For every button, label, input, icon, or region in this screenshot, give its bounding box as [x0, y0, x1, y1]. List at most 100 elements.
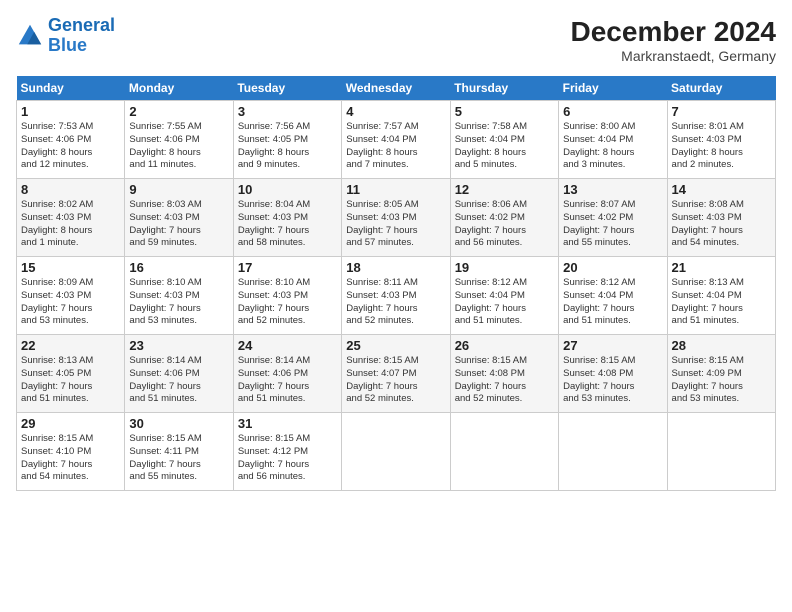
day-info: Sunrise: 8:02 AM Sunset: 4:03 PM Dayligh… — [21, 199, 120, 250]
day-cell: 21 Sunrise: 8:13 AM Sunset: 4:04 PM Dayli… — [667, 257, 775, 335]
day-number: 17 — [238, 260, 337, 275]
day-cell: 22Sunrise: 8:13 AM Sunset: 4:05 PM Dayli… — [17, 335, 125, 413]
day-number: 3 — [238, 104, 337, 119]
day-cell — [342, 413, 450, 491]
day-cell: 16 Sunrise: 8:10 AM Sunset: 4:03 PM Dayli… — [125, 257, 233, 335]
day-info: Sunrise: 7:56 AM Sunset: 4:05 PM Dayligh… — [238, 121, 337, 172]
week-row-1: 1 Sunrise: 7:53 AM Sunset: 4:06 PM Daylig… — [17, 101, 776, 179]
day-cell: 5 Sunrise: 7:58 AM Sunset: 4:04 PM Daylig… — [450, 101, 558, 179]
week-row-2: 8 Sunrise: 8:02 AM Sunset: 4:03 PM Daylig… — [17, 179, 776, 257]
column-header-wednesday: Wednesday — [342, 76, 450, 101]
day-info: Sunrise: 8:15 AM Sunset: 4:08 PM Dayligh… — [455, 355, 554, 406]
title-block: December 2024 Markranstaedt, Germany — [571, 16, 776, 64]
day-info: Sunrise: 8:14 AM Sunset: 4:06 PM Dayligh… — [129, 355, 228, 406]
day-info: Sunrise: 8:11 AM Sunset: 4:03 PM Dayligh… — [346, 277, 445, 328]
day-info: Sunrise: 8:01 AM Sunset: 4:03 PM Dayligh… — [672, 121, 771, 172]
day-info: Sunrise: 8:15 AM Sunset: 4:08 PM Dayligh… — [563, 355, 662, 406]
day-number: 14 — [672, 182, 771, 197]
day-cell: 23 Sunrise: 8:14 AM Sunset: 4:06 PM Dayli… — [125, 335, 233, 413]
day-cell: 25Sunrise: 8:15 AM Sunset: 4:07 PM Dayli… — [342, 335, 450, 413]
day-number: 24 — [238, 338, 337, 353]
day-cell: 26 Sunrise: 8:15 AM Sunset: 4:08 PM Dayli… — [450, 335, 558, 413]
day-number: 8 — [21, 182, 120, 197]
column-header-sunday: Sunday — [17, 76, 125, 101]
day-info: Sunrise: 8:03 AM Sunset: 4:03 PM Dayligh… — [129, 199, 228, 250]
day-cell: 10 Sunrise: 8:04 AM Sunset: 4:03 PM Dayli… — [233, 179, 341, 257]
day-number: 25 — [346, 338, 445, 353]
day-info: Sunrise: 8:05 AM Sunset: 4:03 PM Dayligh… — [346, 199, 445, 250]
day-info: Sunrise: 8:00 AM Sunset: 4:04 PM Dayligh… — [563, 121, 662, 172]
column-header-friday: Friday — [559, 76, 667, 101]
day-number: 9 — [129, 182, 228, 197]
column-header-saturday: Saturday — [667, 76, 775, 101]
day-number: 1 — [21, 104, 120, 119]
day-info: Sunrise: 8:04 AM Sunset: 4:03 PM Dayligh… — [238, 199, 337, 250]
day-info: Sunrise: 8:15 AM Sunset: 4:09 PM Dayligh… — [672, 355, 771, 406]
day-cell: 12Sunrise: 8:06 AM Sunset: 4:02 PM Dayli… — [450, 179, 558, 257]
page-header: General Blue December 2024 Markranstaedt… — [16, 16, 776, 64]
day-cell: 19Sunrise: 8:12 AM Sunset: 4:04 PM Dayli… — [450, 257, 558, 335]
day-number: 11 — [346, 182, 445, 197]
day-info: Sunrise: 8:12 AM Sunset: 4:04 PM Dayligh… — [563, 277, 662, 328]
day-number: 20 — [563, 260, 662, 275]
day-info: Sunrise: 8:06 AM Sunset: 4:02 PM Dayligh… — [455, 199, 554, 250]
location: Markranstaedt, Germany — [571, 48, 776, 64]
logo-blue: Blue — [48, 35, 87, 55]
day-cell: 20 Sunrise: 8:12 AM Sunset: 4:04 PM Dayli… — [559, 257, 667, 335]
day-cell: 30Sunrise: 8:15 AM Sunset: 4:11 PM Dayli… — [125, 413, 233, 491]
day-cell: 6 Sunrise: 8:00 AM Sunset: 4:04 PM Daylig… — [559, 101, 667, 179]
day-info: Sunrise: 8:14 AM Sunset: 4:06 PM Dayligh… — [238, 355, 337, 406]
day-info: Sunrise: 7:53 AM Sunset: 4:06 PM Dayligh… — [21, 121, 120, 172]
day-cell: 15Sunrise: 8:09 AM Sunset: 4:03 PM Dayli… — [17, 257, 125, 335]
day-cell: 17 Sunrise: 8:10 AM Sunset: 4:03 PM Dayli… — [233, 257, 341, 335]
day-cell: 28 Sunrise: 8:15 AM Sunset: 4:09 PM Dayli… — [667, 335, 775, 413]
column-header-tuesday: Tuesday — [233, 76, 341, 101]
day-cell: 9 Sunrise: 8:03 AM Sunset: 4:03 PM Daylig… — [125, 179, 233, 257]
day-number: 7 — [672, 104, 771, 119]
day-cell — [450, 413, 558, 491]
day-info: Sunrise: 8:15 AM Sunset: 4:11 PM Dayligh… — [129, 433, 228, 484]
day-cell: 27Sunrise: 8:15 AM Sunset: 4:08 PM Dayli… — [559, 335, 667, 413]
month-year: December 2024 — [571, 16, 776, 48]
day-cell: 1 Sunrise: 7:53 AM Sunset: 4:06 PM Daylig… — [17, 101, 125, 179]
day-cell — [559, 413, 667, 491]
logo-icon — [16, 22, 44, 50]
header-row: SundayMondayTuesdayWednesdayThursdayFrid… — [17, 76, 776, 101]
day-number: 28 — [672, 338, 771, 353]
day-cell: 7 Sunrise: 8:01 AM Sunset: 4:03 PM Daylig… — [667, 101, 775, 179]
day-number: 6 — [563, 104, 662, 119]
day-info: Sunrise: 8:10 AM Sunset: 4:03 PM Dayligh… — [129, 277, 228, 328]
day-info: Sunrise: 7:57 AM Sunset: 4:04 PM Dayligh… — [346, 121, 445, 172]
day-number: 2 — [129, 104, 228, 119]
day-number: 10 — [238, 182, 337, 197]
day-info: Sunrise: 8:13 AM Sunset: 4:04 PM Dayligh… — [672, 277, 771, 328]
day-cell: 8 Sunrise: 8:02 AM Sunset: 4:03 PM Daylig… — [17, 179, 125, 257]
day-info: Sunrise: 7:58 AM Sunset: 4:04 PM Dayligh… — [455, 121, 554, 172]
day-cell: 11 Sunrise: 8:05 AM Sunset: 4:03 PM Dayli… — [342, 179, 450, 257]
day-info: Sunrise: 8:08 AM Sunset: 4:03 PM Dayligh… — [672, 199, 771, 250]
day-cell: 13Sunrise: 8:07 AM Sunset: 4:02 PM Dayli… — [559, 179, 667, 257]
day-number: 16 — [129, 260, 228, 275]
day-cell: 3 Sunrise: 7:56 AM Sunset: 4:05 PM Daylig… — [233, 101, 341, 179]
week-row-4: 22Sunrise: 8:13 AM Sunset: 4:05 PM Dayli… — [17, 335, 776, 413]
calendar-header: SundayMondayTuesdayWednesdayThursdayFrid… — [17, 76, 776, 101]
day-cell: 29Sunrise: 8:15 AM Sunset: 4:10 PM Dayli… — [17, 413, 125, 491]
page-container: General Blue December 2024 Markranstaedt… — [0, 0, 792, 499]
column-header-thursday: Thursday — [450, 76, 558, 101]
day-info: Sunrise: 8:10 AM Sunset: 4:03 PM Dayligh… — [238, 277, 337, 328]
logo-text: General Blue — [48, 16, 115, 56]
logo: General Blue — [16, 16, 115, 56]
day-number: 5 — [455, 104, 554, 119]
day-number: 21 — [672, 260, 771, 275]
day-cell: 4Sunrise: 7:57 AM Sunset: 4:04 PM Daylig… — [342, 101, 450, 179]
day-cell: 14 Sunrise: 8:08 AM Sunset: 4:03 PM Dayli… — [667, 179, 775, 257]
day-number: 23 — [129, 338, 228, 353]
day-number: 29 — [21, 416, 120, 431]
day-info: Sunrise: 8:15 AM Sunset: 4:12 PM Dayligh… — [238, 433, 337, 484]
day-number: 18 — [346, 260, 445, 275]
day-info: Sunrise: 8:09 AM Sunset: 4:03 PM Dayligh… — [21, 277, 120, 328]
day-number: 26 — [455, 338, 554, 353]
day-number: 22 — [21, 338, 120, 353]
day-cell: 31 Sunrise: 8:15 AM Sunset: 4:12 PM Dayli… — [233, 413, 341, 491]
day-number: 31 — [238, 416, 337, 431]
